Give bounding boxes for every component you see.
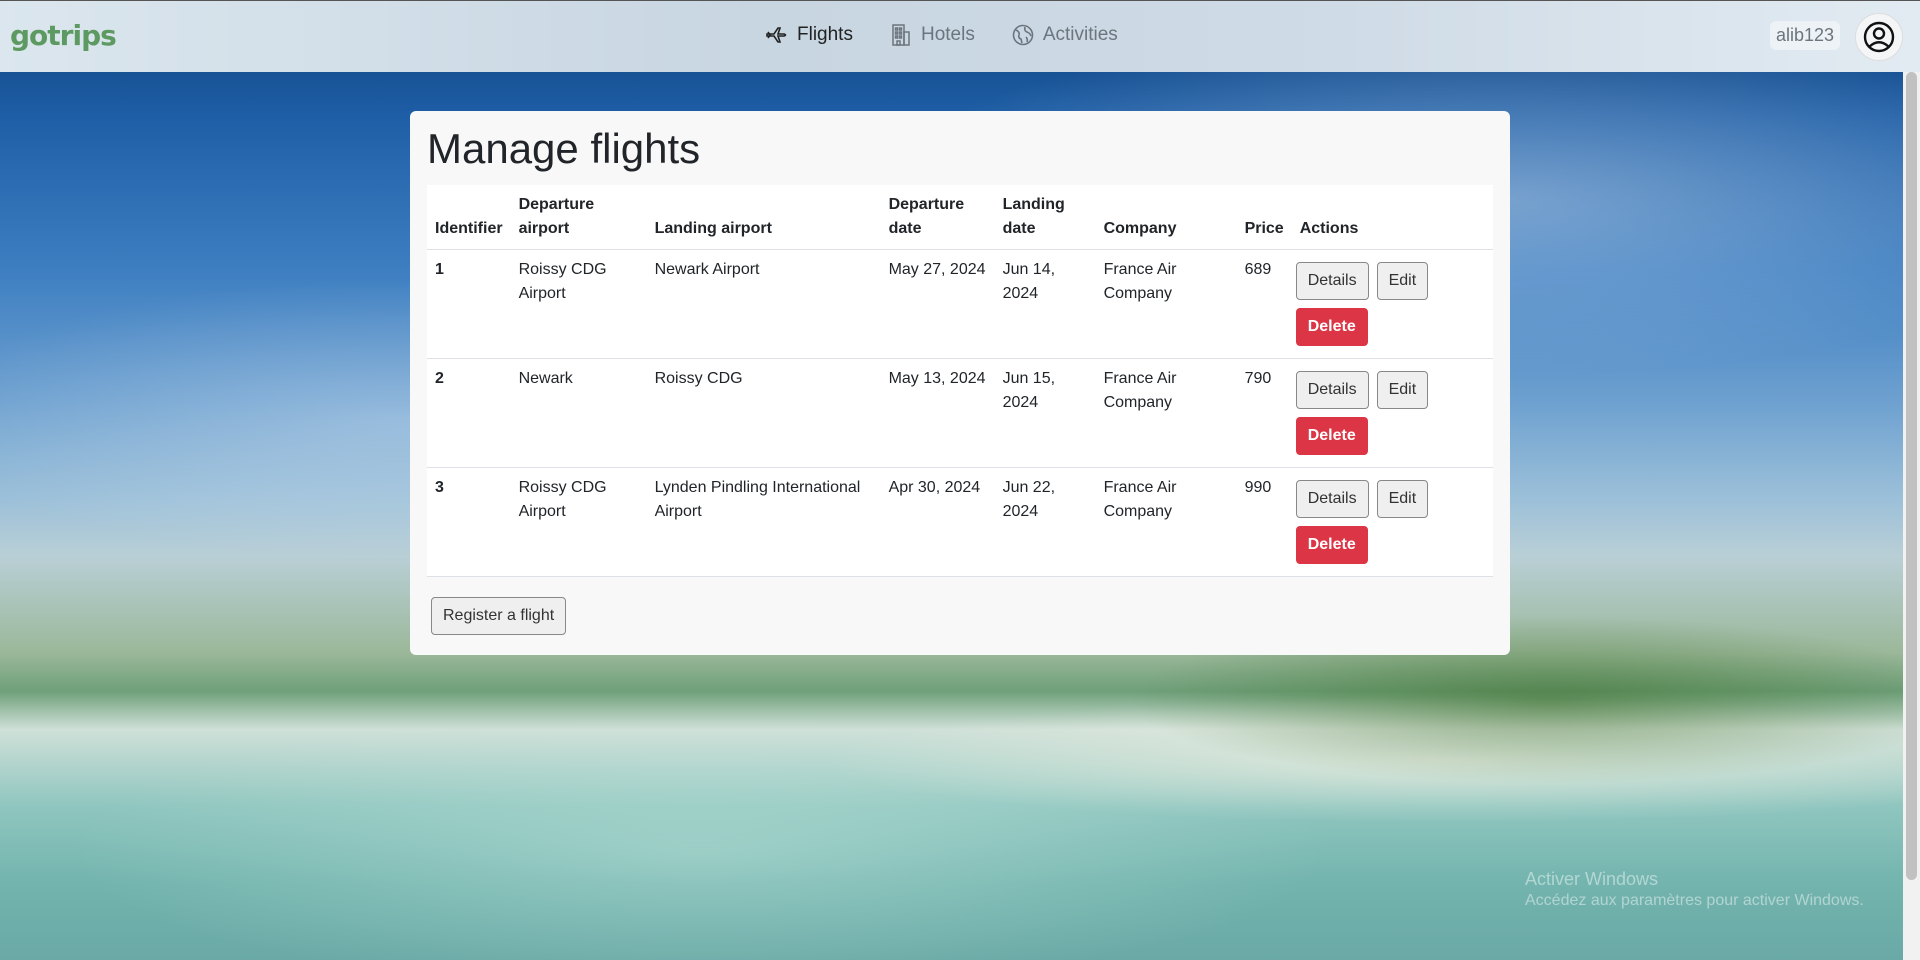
nav-hotels-label: Hotels bbox=[920, 24, 975, 45]
building-icon bbox=[892, 24, 910, 46]
header-company: Company bbox=[1095, 185, 1237, 250]
nav-flights-label: Flights bbox=[797, 24, 853, 45]
cell-departure-date: May 27, 2024 bbox=[880, 249, 995, 359]
airplane-icon bbox=[766, 27, 787, 43]
watermark-title: Activer Windows bbox=[1525, 869, 1659, 889]
table-row: 3 Roissy CDG Airport Lynden Pindling Int… bbox=[427, 467, 1493, 577]
cell-departure-airport: Roissy CDG Airport bbox=[510, 467, 647, 577]
nav-flights[interactable]: Flights bbox=[765, 23, 853, 47]
cell-landing-airport: Lynden Pindling International Airport bbox=[646, 467, 881, 577]
username-badge[interactable]: alib123 bbox=[1770, 21, 1841, 50]
cell-identifier: 1 bbox=[427, 249, 511, 359]
flights-table: Identifier Departure airport Landing air… bbox=[427, 185, 1493, 577]
cell-landing-date: Jun 14, 2024 bbox=[994, 249, 1096, 359]
cell-departure-airport: Roissy CDG Airport bbox=[510, 249, 647, 359]
table-row: 1 Roissy CDG Airport Newark Airport May … bbox=[427, 249, 1493, 359]
header-identifier: Identifier bbox=[427, 185, 511, 250]
page-scrollbar[interactable] bbox=[1903, 72, 1920, 960]
windows-activation-watermark: Activer Windows Accédez aux paramètres p… bbox=[1525, 868, 1864, 912]
header-departure-airport: Departure airport bbox=[510, 185, 647, 250]
manage-flights-card: Manage flights Identifier Departure airp… bbox=[410, 111, 1510, 655]
nav-hotels[interactable]: Hotels bbox=[889, 23, 975, 47]
register-flight-button[interactable]: Register a flight bbox=[431, 597, 567, 635]
cell-actions: Details Edit Delete bbox=[1291, 467, 1493, 577]
delete-button[interactable]: Delete bbox=[1295, 526, 1368, 564]
details-button[interactable]: Details bbox=[1295, 371, 1369, 409]
delete-button[interactable]: Delete bbox=[1295, 308, 1368, 346]
app-logo[interactable]: gotrips bbox=[10, 19, 117, 52]
user-avatar[interactable] bbox=[1855, 13, 1903, 61]
cell-landing-date: Jun 22, 2024 bbox=[994, 467, 1096, 577]
details-button[interactable]: Details bbox=[1295, 262, 1369, 300]
main-nav: Flights Hotels Activities bbox=[765, 23, 1118, 47]
table-header-row: Identifier Departure airport Landing air… bbox=[427, 185, 1493, 250]
delete-button[interactable]: Delete bbox=[1295, 417, 1368, 455]
cell-landing-date: Jun 15, 2024 bbox=[994, 358, 1096, 468]
cell-company: France Air Company bbox=[1095, 249, 1237, 359]
nav-activities[interactable]: Activities bbox=[1011, 23, 1118, 47]
cell-identifier: 2 bbox=[427, 358, 511, 468]
edit-button[interactable]: Edit bbox=[1376, 262, 1429, 300]
cell-departure-date: May 13, 2024 bbox=[880, 358, 995, 468]
cell-identifier: 3 bbox=[427, 467, 511, 577]
cell-actions: Details Edit Delete bbox=[1291, 358, 1493, 468]
details-button[interactable]: Details bbox=[1295, 480, 1369, 518]
cell-price: 990 bbox=[1236, 467, 1292, 577]
table-row: 2 Newark Roissy CDG May 13, 2024 Jun 15,… bbox=[427, 358, 1493, 468]
header-landing-date: Landing date bbox=[994, 185, 1096, 250]
edit-button[interactable]: Edit bbox=[1376, 480, 1429, 518]
watermark-subtitle: Accédez aux paramètres pour activer Wind… bbox=[1525, 892, 1864, 909]
cell-company: France Air Company bbox=[1095, 467, 1237, 577]
scrollbar-thumb[interactable] bbox=[1906, 72, 1917, 880]
cell-departure-date: Apr 30, 2024 bbox=[880, 467, 995, 577]
top-navbar: gotrips Flights Hotels Activities alib12… bbox=[0, 0, 1920, 72]
page-title: Manage flights bbox=[427, 125, 701, 172]
nav-activities-label: Activities bbox=[1042, 24, 1118, 45]
header-actions: Actions bbox=[1291, 185, 1493, 250]
user-circle-icon bbox=[1863, 21, 1895, 53]
cell-actions: Details Edit Delete bbox=[1291, 249, 1493, 359]
header-price: Price bbox=[1236, 185, 1292, 250]
globe-icon bbox=[1012, 24, 1034, 46]
cell-price: 689 bbox=[1236, 249, 1292, 359]
cell-company: France Air Company bbox=[1095, 358, 1237, 468]
cell-landing-airport: Roissy CDG bbox=[646, 358, 881, 468]
cell-price: 790 bbox=[1236, 358, 1292, 468]
header-landing-airport: Landing airport bbox=[646, 185, 881, 250]
cell-departure-airport: Newark bbox=[510, 358, 647, 468]
edit-button[interactable]: Edit bbox=[1376, 371, 1429, 409]
header-departure-date: Departure date bbox=[880, 185, 995, 250]
cell-landing-airport: Newark Airport bbox=[646, 249, 881, 359]
